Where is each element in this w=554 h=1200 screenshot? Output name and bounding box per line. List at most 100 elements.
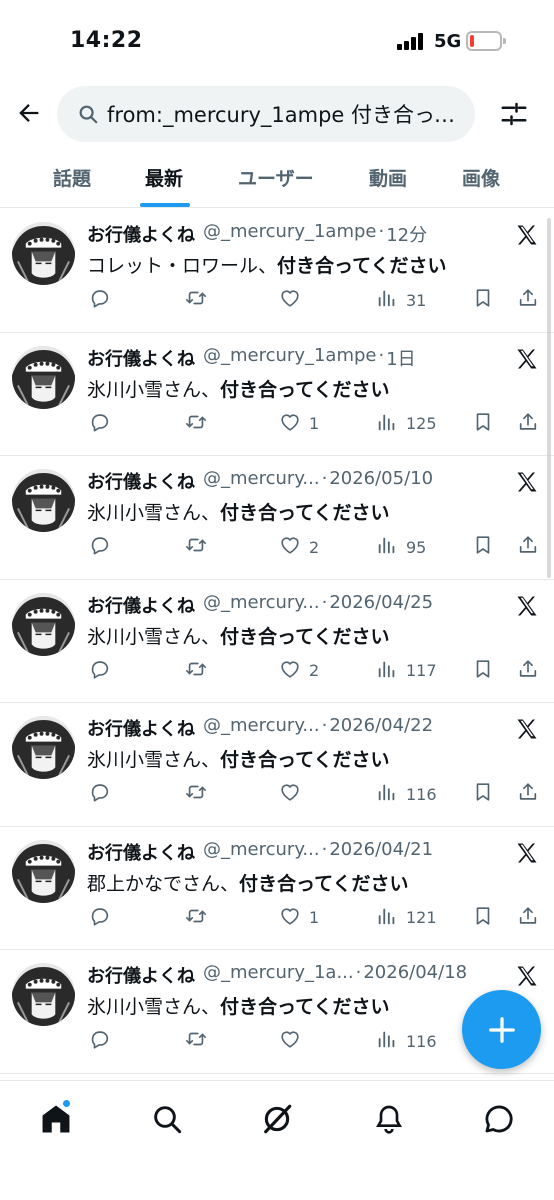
avatar[interactable] xyxy=(12,469,75,532)
compose-button[interactable] xyxy=(462,990,541,1069)
share-button[interactable] xyxy=(517,411,539,437)
bookmark-button[interactable] xyxy=(472,781,494,807)
like-button[interactable] xyxy=(279,287,309,313)
filter-button[interactable] xyxy=(496,96,532,132)
reply-button[interactable] xyxy=(89,1028,111,1054)
views-button[interactable]: 121 xyxy=(376,905,437,931)
like-button[interactable] xyxy=(279,781,309,807)
tab-latest[interactable]: 最新 xyxy=(145,164,183,191)
retweet-button[interactable] xyxy=(185,905,207,931)
display-name[interactable]: お行儀よくね xyxy=(87,962,195,988)
bookmark-button[interactable] xyxy=(472,411,494,437)
tweet-text: コレット・ロワール、付き合ってください xyxy=(87,251,447,278)
separator: · xyxy=(321,468,328,489)
views-button[interactable]: 116 xyxy=(376,781,437,807)
bookmark-button[interactable] xyxy=(472,905,494,931)
search-input[interactable]: from:_mercury_1ampe 付き合ってください xyxy=(57,86,475,142)
status-time: 14:22 xyxy=(70,28,143,53)
retweet-button[interactable] xyxy=(185,658,207,684)
timestamp[interactable]: 12分 xyxy=(386,221,427,247)
like-button[interactable]: 1 xyxy=(279,411,319,437)
like-button[interactable] xyxy=(279,1028,309,1054)
bookmark-button[interactable] xyxy=(472,658,494,684)
retweet-button[interactable] xyxy=(185,1028,207,1054)
like-button[interactable]: 1 xyxy=(279,905,319,931)
bookmark-icon xyxy=(472,658,494,684)
tab-trending[interactable]: 話題 xyxy=(53,164,91,191)
active-tab-indicator xyxy=(140,203,190,207)
reply-button[interactable] xyxy=(89,534,111,560)
view-count: 125 xyxy=(406,414,437,433)
like-count: 1 xyxy=(309,414,320,433)
display-name[interactable]: お行儀よくね xyxy=(87,839,195,865)
nav-grok[interactable] xyxy=(257,1099,297,1139)
views-button[interactable]: 125 xyxy=(376,411,437,437)
bookmark-button[interactable] xyxy=(472,287,494,313)
x-logo-icon xyxy=(515,347,539,371)
share-button[interactable] xyxy=(517,905,539,931)
like-button[interactable]: 2 xyxy=(279,658,319,684)
display-name[interactable]: お行儀よくね xyxy=(87,715,195,741)
avatar[interactable] xyxy=(12,345,75,409)
display-name[interactable]: お行儀よくね xyxy=(87,221,195,247)
avatar[interactable] xyxy=(12,963,75,1026)
tweet-item[interactable]: お行儀よくね @_mercury... · 2026/04/22 氷川小雪さん、… xyxy=(0,703,554,827)
tweet-item[interactable]: お行儀よくね @_mercury_1ampe · 12分 コレット・ロワール、付… xyxy=(0,209,554,333)
like-button[interactable]: 2 xyxy=(279,534,319,560)
retweet-button[interactable] xyxy=(185,411,207,437)
scrollbar[interactable] xyxy=(547,218,551,578)
timestamp[interactable]: 1日 xyxy=(386,345,415,371)
bookmark-icon xyxy=(472,287,494,313)
nav-home[interactable] xyxy=(36,1099,76,1139)
retweet-button[interactable] xyxy=(185,781,207,807)
bookmark-button[interactable] xyxy=(472,534,494,560)
views-button[interactable]: 117 xyxy=(376,658,437,684)
retweet-button[interactable] xyxy=(185,534,207,560)
avatar[interactable] xyxy=(12,592,75,656)
avatar[interactable] xyxy=(12,222,75,285)
bookmark-icon xyxy=(472,534,494,560)
back-button[interactable] xyxy=(12,96,46,130)
retweet-button[interactable] xyxy=(185,287,207,313)
views-button[interactable]: 31 xyxy=(376,287,426,313)
heart-icon xyxy=(279,534,301,560)
share-button[interactable] xyxy=(517,534,539,560)
display-name[interactable]: お行儀よくね xyxy=(87,468,195,494)
notification-dot xyxy=(62,1099,71,1108)
timestamp[interactable]: 2026/04/18 xyxy=(363,962,467,988)
views-button[interactable]: 95 xyxy=(376,534,426,560)
avatar[interactable] xyxy=(12,716,75,779)
reply-button[interactable] xyxy=(89,411,111,437)
display-name[interactable]: お行儀よくね xyxy=(87,592,195,618)
share-button[interactable] xyxy=(517,658,539,684)
tweet-item[interactable]: お行儀よくね @_mercury... · 2026/04/21 郡上かなでさん… xyxy=(0,827,554,950)
x-logo-icon xyxy=(515,223,539,247)
views-button[interactable]: 116 xyxy=(376,1028,437,1054)
share-button[interactable] xyxy=(517,781,539,807)
timestamp[interactable]: 2026/05/10 xyxy=(329,468,433,494)
share-icon xyxy=(517,411,539,437)
nav-search[interactable] xyxy=(147,1099,187,1139)
timestamp[interactable]: 2026/04/21 xyxy=(329,839,433,865)
reply-button[interactable] xyxy=(89,658,111,684)
reply-button[interactable] xyxy=(89,905,111,931)
tweet-item[interactable]: お行儀よくね @_mercury_1ampe · 1日 氷川小雪さん、付き合って… xyxy=(0,333,554,456)
timestamp[interactable]: 2026/04/22 xyxy=(329,715,433,741)
nav-notifications[interactable] xyxy=(369,1099,409,1139)
nav-messages[interactable] xyxy=(479,1099,519,1139)
timestamp[interactable]: 2026/04/25 xyxy=(329,592,433,618)
view-count: 31 xyxy=(406,290,427,310)
tweet-item[interactable]: お行儀よくね @_mercury... · 2026/05/10 氷川小雪さん、… xyxy=(0,456,554,580)
tab-videos[interactable]: 動画 xyxy=(369,164,407,191)
share-button[interactable] xyxy=(517,287,539,313)
reply-button[interactable] xyxy=(89,781,111,807)
tab-images[interactable]: 画像 xyxy=(462,164,500,191)
tab-users[interactable]: ユーザー xyxy=(238,164,314,191)
tweet-item[interactable]: お行儀よくね @_mercury... · 2026/04/25 氷川小雪さん、… xyxy=(0,580,554,703)
reply-button[interactable] xyxy=(89,287,111,313)
reply-icon xyxy=(89,905,111,931)
display-name[interactable]: お行儀よくね xyxy=(87,345,195,371)
avatar[interactable] xyxy=(12,839,75,903)
bookmark-icon xyxy=(472,781,494,807)
tweet-actions: 116 xyxy=(87,781,547,807)
